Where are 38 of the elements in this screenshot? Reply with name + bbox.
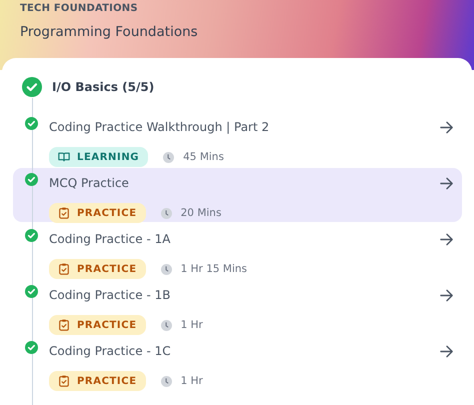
duration-text: 1 Hr [180, 319, 203, 331]
section-title: I/O Basics (5/5) [52, 80, 154, 94]
arrow-right-icon [439, 176, 454, 190]
lesson-item[interactable]: Coding Practice - 1C PRACTICE 1 Hr [13, 336, 462, 390]
course-title: Programming Foundations [20, 24, 199, 40]
arrow-right-icon [439, 288, 454, 302]
clipboard-check-icon [58, 375, 70, 387]
duration-text: 1 Hr [180, 375, 203, 387]
lesson-type-tag: PRACTICE [49, 259, 146, 279]
lesson-type-tag: LEARNING [49, 147, 148, 167]
lesson-title: Coding Practice - 1B [49, 288, 172, 302]
course-category: TECH FOUNDATIONS [20, 2, 139, 14]
lesson-title: Coding Practice - 1C [49, 344, 172, 358]
clock-icon [160, 376, 172, 386]
lesson-item[interactable]: MCQ Practice PRACTICE 20 Mins [13, 168, 462, 222]
lesson-title: Coding Practice - 1A [49, 232, 172, 246]
clock-icon [160, 208, 172, 218]
clock-icon [160, 264, 172, 274]
clock-icon [160, 320, 172, 330]
clipboard-check-icon [58, 207, 70, 219]
lesson-type-tag: PRACTICE [49, 371, 146, 391]
duration-text: 1 Hr 15 Mins [180, 263, 247, 275]
clock-icon [163, 152, 174, 162]
lesson-type-tag: PRACTICE [49, 203, 146, 223]
duration-text: 45 Mins [183, 151, 224, 163]
lesson-title: MCQ Practice [49, 176, 130, 190]
lesson-type-tag: PRACTICE [49, 315, 146, 335]
clipboard-check-icon [58, 263, 70, 275]
lesson-item[interactable]: Coding Practice - 1A PRACTICE 1 Hr 15 Mins [13, 224, 462, 278]
book-icon [58, 151, 70, 163]
clipboard-check-icon [58, 319, 70, 331]
arrow-right-icon [439, 344, 454, 358]
arrow-right-icon [439, 120, 454, 134]
duration-text: 20 Mins [180, 207, 222, 219]
arrow-right-icon [439, 232, 454, 246]
lesson-item[interactable]: Coding Practice - 1B PRACTICE 1 Hr [13, 280, 462, 334]
lesson-item[interactable]: Coding Practice Walkthrough | Part 2 LEARNING 45 Mins [13, 112, 462, 166]
lesson-title: Coding Practice Walkthrough | Part 2 [49, 120, 270, 134]
